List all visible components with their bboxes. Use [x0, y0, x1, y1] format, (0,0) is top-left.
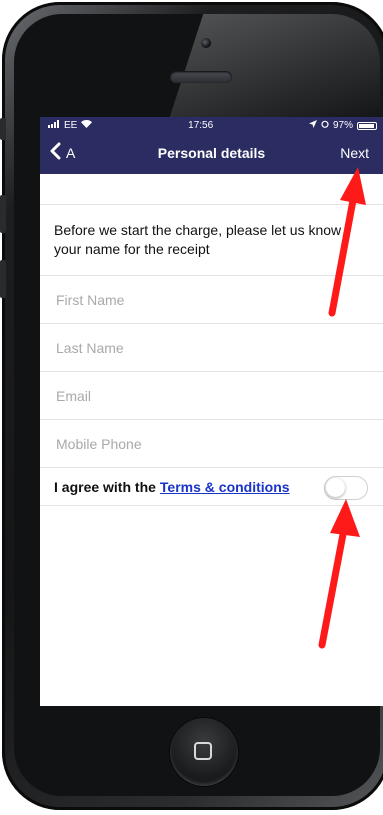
location-icon — [308, 120, 317, 131]
signal-icon — [48, 120, 60, 131]
earpiece-speaker — [170, 71, 232, 83]
alarm-icon — [321, 120, 329, 131]
status-bar: EE 17:56 97% — [40, 117, 383, 134]
terms-link[interactable]: Terms & conditions — [160, 479, 290, 495]
wifi-icon — [81, 120, 93, 131]
first-name-field[interactable] — [54, 290, 348, 309]
agree-label: I agree with the — [54, 478, 156, 495]
form-top-divider — [40, 174, 383, 205]
status-time: 17:56 — [188, 120, 214, 131]
home-button[interactable] — [170, 718, 238, 786]
toggle-knob — [326, 478, 345, 497]
mute-switch — [0, 118, 6, 140]
terms-toggle[interactable] — [324, 476, 368, 500]
battery-icon — [356, 121, 377, 130]
volume-down-button — [0, 260, 6, 298]
volume-up-button — [0, 195, 6, 233]
app-screen: EE 17:56 97% A Personal details Next Bef… — [40, 117, 383, 706]
email-row — [40, 372, 383, 420]
email-field[interactable] — [54, 386, 348, 405]
last-name-row — [40, 324, 383, 372]
last-name-field[interactable] — [54, 338, 348, 357]
personal-details-form: Before we start the charge, please let u… — [40, 174, 383, 506]
first-name-row — [40, 275, 383, 324]
carrier-label: EE — [64, 120, 78, 131]
terms-agreement-row: I agree with the Terms & conditions — [40, 468, 383, 506]
mobile-row — [40, 420, 383, 468]
next-button[interactable]: Next — [340, 145, 369, 161]
home-square-icon — [194, 742, 212, 760]
navigation-bar: A Personal details Next — [40, 134, 383, 174]
front-camera — [201, 38, 211, 48]
page-title: Personal details — [157, 145, 266, 161]
mobile-phone-field[interactable] — [54, 434, 348, 453]
intro-text: Before we start the charge, please let u… — [54, 222, 342, 257]
battery-percent: 97% — [332, 120, 353, 131]
